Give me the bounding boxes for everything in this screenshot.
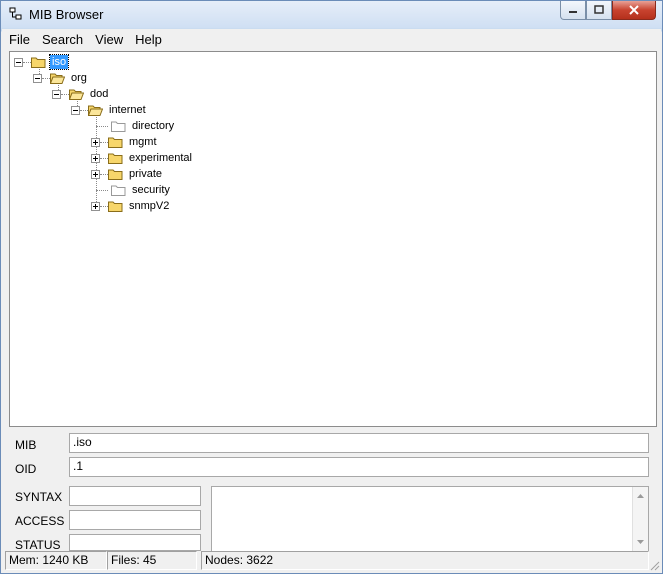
folder-closed-icon: [108, 153, 123, 164]
tree-node-label: experimental: [129, 152, 192, 164]
oid-label: OID: [15, 462, 37, 476]
description-textarea[interactable]: [211, 486, 649, 552]
description-scrollbar[interactable]: [632, 487, 648, 551]
expand-icon[interactable]: [91, 153, 100, 163]
tree-node-dod[interactable]: dod: [52, 86, 110, 102]
title-bar[interactable]: MIB Browser: [1, 1, 662, 28]
tree-node-label: snmpV2: [129, 200, 170, 212]
maximize-button[interactable]: [586, 1, 612, 20]
menu-bar: File Search View Help: [2, 29, 661, 50]
folder-closed-icon: [108, 201, 123, 212]
access-field[interactable]: [69, 510, 201, 530]
tree-node-label: mgmt: [129, 136, 157, 148]
close-button[interactable]: [612, 1, 656, 20]
tree-node-internet[interactable]: internet: [71, 102, 148, 118]
folder-empty-icon: [111, 185, 126, 196]
scroll-up-icon[interactable]: [633, 490, 648, 502]
tree-node-org[interactable]: org: [33, 70, 89, 86]
close-icon: [629, 5, 639, 15]
collapse-icon[interactable]: [52, 89, 61, 99]
collapse-icon[interactable]: [71, 105, 80, 115]
status-mem: Mem: 1240 KB: [5, 551, 107, 570]
menu-view[interactable]: View: [90, 29, 128, 50]
resize-grip-icon[interactable]: [648, 559, 660, 571]
maximize-icon: [594, 5, 604, 14]
scroll-down-icon[interactable]: [633, 536, 648, 548]
oid-field[interactable]: .1: [69, 457, 649, 477]
folder-open-icon: [50, 73, 65, 84]
collapse-icon[interactable]: [14, 57, 23, 67]
mib-browser-window: MIB Browser File Search View Help iso or…: [0, 0, 663, 574]
syntax-label: SYNTAX: [15, 490, 63, 504]
mib-field[interactable]: .iso: [69, 433, 649, 453]
status-files: Files: 45: [107, 551, 197, 570]
app-network-icon: [9, 7, 22, 20]
tree-node-snmpv2[interactable]: snmpV2: [91, 198, 171, 214]
collapse-icon[interactable]: [33, 73, 42, 83]
tree-node-mgmt[interactable]: mgmt: [91, 134, 159, 150]
status-nodes: Nodes: 3622: [201, 551, 649, 570]
tree-node-label: private: [129, 168, 163, 180]
mib-tree[interactable]: iso org dod internet directory mgmt expe…: [9, 51, 657, 427]
folder-closed-icon: [108, 137, 123, 148]
status-label: STATUS: [15, 538, 61, 552]
tree-node-label: security: [132, 184, 170, 196]
tree-node-label: directory: [132, 120, 175, 132]
status-bar: Mem: 1240 KB Files: 45 Nodes: 3622: [5, 551, 659, 571]
tree-node-security[interactable]: security: [96, 182, 172, 198]
syntax-field[interactable]: [69, 486, 201, 506]
tree-node-iso[interactable]: iso: [14, 54, 70, 70]
tree-node-experimental[interactable]: experimental: [91, 150, 194, 166]
tree-node-private[interactable]: private: [91, 166, 164, 182]
menu-help[interactable]: Help: [130, 29, 167, 50]
mib-label: MIB: [15, 438, 37, 452]
menu-search[interactable]: Search: [37, 29, 88, 50]
tree-node-label: org: [71, 72, 87, 84]
tree-node-label: iso: [48, 54, 70, 70]
folder-empty-icon: [111, 121, 126, 132]
folder-closed-icon: [108, 169, 123, 180]
expand-icon[interactable]: [91, 137, 100, 147]
tree-node-label: internet: [109, 104, 146, 116]
folder-open-icon: [88, 105, 103, 116]
window-controls: [560, 1, 656, 21]
status-field[interactable]: [69, 534, 201, 551]
tree-node-label: dod: [90, 88, 109, 100]
folder-open-icon: [69, 89, 84, 100]
expand-icon[interactable]: [91, 169, 100, 179]
expand-icon[interactable]: [91, 201, 100, 211]
minimize-button[interactable]: [560, 1, 586, 20]
folder-closed-icon: [31, 57, 46, 68]
access-label: ACCESS: [15, 514, 65, 528]
menu-file[interactable]: File: [4, 29, 35, 50]
window-title: MIB Browser: [29, 7, 104, 22]
minimize-icon: [569, 11, 577, 13]
tree-node-directory[interactable]: directory: [96, 118, 176, 134]
